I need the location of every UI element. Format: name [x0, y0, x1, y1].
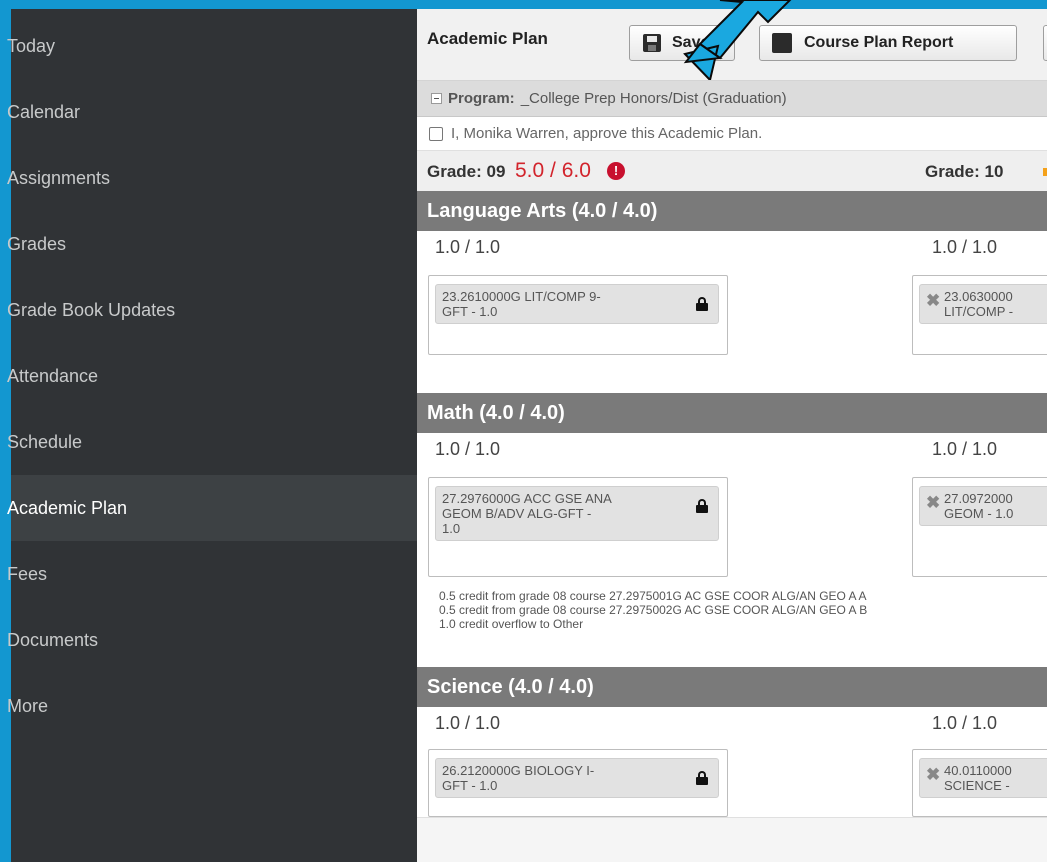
- approval-text: I, Monika Warren, approve this Academic …: [451, 125, 763, 142]
- course-detail: GEOM - 1.0: [944, 506, 1014, 521]
- sidebar-item-label: Calendar: [7, 101, 81, 122]
- grade-10-status-indicator: [1043, 168, 1047, 176]
- sidebar-item-fees[interactable]: Fees: [7, 541, 417, 607]
- remove-icon[interactable]: ✖: [926, 766, 940, 783]
- approval-row: I, Monika Warren, approve this Academic …: [417, 117, 1047, 151]
- course-slot[interactable]: ✖ 40.0110000 SCIENCE -: [912, 749, 1047, 817]
- sidebar-item-label: Documents: [7, 629, 99, 650]
- credit-value: 1.0 / 1.0: [932, 713, 998, 733]
- program-name: _College Prep Honors/Dist (Graduation): [520, 90, 787, 107]
- credit-row: 1.0 / 1.0 1.0 / 1.0: [417, 433, 1047, 467]
- grade-header-row: Grade: 09 5.0 / 6.0 ! Grade: 10: [417, 151, 1047, 191]
- lock-icon: [696, 499, 708, 513]
- course-slot[interactable]: ✖ 27.0972000 GEOM - 1.0: [912, 477, 1047, 577]
- sidebar-item-label: More: [7, 695, 49, 716]
- course-chip[interactable]: 27.2976000G ACC GSE ANA GEOM B/ADV ALG-G…: [435, 486, 719, 541]
- sidebar-item-attendance[interactable]: Attendance: [7, 343, 417, 409]
- credit-notes: 0.5 credit from grade 08 course 27.29750…: [439, 589, 867, 631]
- sidebar-item-label: Attendance: [7, 365, 99, 386]
- course-slot[interactable]: ✖ 23.0630000 LIT/COMP -: [912, 275, 1047, 355]
- credit-value: 1.0 / 1.0: [932, 237, 998, 257]
- section-body: 26.2120000G BIOLOGY I- GFT - 1.0 ✖ 40.01…: [417, 741, 1047, 817]
- course-code: 23.2610000G LIT/COMP 9-: [442, 289, 601, 304]
- credit-note: 0.5 credit from grade 08 course 27.29750…: [439, 589, 867, 603]
- course-slot[interactable]: 23.2610000G LIT/COMP 9- GFT - 1.0: [428, 275, 728, 355]
- sidebar-item-label: Grades: [7, 233, 67, 254]
- course-code: 40.0110000: [944, 763, 1012, 778]
- sidebar-item-more[interactable]: More: [7, 673, 417, 739]
- sidebar-item-grade-book-updates[interactable]: Grade Book Updates: [7, 277, 417, 343]
- grade-09-credits: 5.0 / 6.0: [515, 159, 591, 182]
- section-header-language-arts[interactable]: Language Arts (4.0 / 4.0): [417, 191, 1047, 231]
- course-code: 26.2120000G BIOLOGY I-: [442, 763, 595, 778]
- course-chip[interactable]: 23.2610000G LIT/COMP 9- GFT - 1.0: [435, 284, 719, 324]
- sidebar-item-grades[interactable]: Grades: [7, 211, 417, 277]
- sidebar-item-label: Schedule: [7, 431, 83, 452]
- credit-note: 1.0 credit overflow to Other: [439, 617, 584, 631]
- course-slot[interactable]: 26.2120000G BIOLOGY I- GFT - 1.0: [428, 749, 728, 817]
- credit-value: 1.0 / 1.0: [932, 439, 998, 459]
- credit-row: 1.0 / 1.0 1.0 / 1.0: [417, 231, 1047, 265]
- approve-checkbox[interactable]: [429, 126, 443, 141]
- course-chip[interactable]: 26.2120000G BIOLOGY I- GFT - 1.0: [435, 758, 719, 798]
- course-detail: GFT - 1.0: [442, 778, 498, 793]
- remove-icon[interactable]: ✖: [926, 292, 940, 309]
- course-slot[interactable]: 27.2976000G ACC GSE ANA GEOM B/ADV ALG-G…: [428, 477, 728, 577]
- lock-icon: [696, 297, 708, 311]
- course-detail: LIT/COMP -: [944, 304, 1014, 319]
- sidebar-item-academic-plan[interactable]: Academic Plan: [7, 475, 417, 541]
- course-code: 27.0972000: [944, 491, 1013, 506]
- page-footer-area: [417, 817, 1047, 862]
- remove-icon[interactable]: ✖: [926, 494, 940, 511]
- course-chip[interactable]: ✖ 27.0972000 GEOM - 1.0: [919, 486, 1047, 526]
- main-content: Academic Plan Save Course Plan Report Pr…: [417, 9, 1047, 862]
- page-title: Academic Plan: [427, 29, 548, 48]
- course-code: 27.2976000G ACC GSE ANA: [442, 491, 612, 506]
- lock-icon: [696, 771, 708, 785]
- credit-note: 0.5 credit from grade 08 course 27.29750…: [439, 603, 868, 617]
- sidebar-item-label: Assignments: [7, 167, 111, 188]
- section-header-math[interactable]: Math (4.0 / 4.0): [417, 393, 1047, 433]
- course-detail: SCIENCE -: [944, 778, 1010, 793]
- credit-value: 1.0 / 1.0: [435, 713, 501, 733]
- sidebar-item-label: Fees: [7, 563, 48, 584]
- course-detail: GEOM B/ADV ALG-GFT -: [442, 506, 592, 521]
- grade-09-label: Grade: 09: [427, 162, 506, 181]
- course-chip[interactable]: ✖ 40.0110000 SCIENCE -: [919, 758, 1047, 798]
- sidebar-item-documents[interactable]: Documents: [7, 607, 417, 673]
- credit-value: 1.0 / 1.0: [435, 237, 501, 257]
- sidebar-item-schedule[interactable]: Schedule: [7, 409, 417, 475]
- sidebar-item-today[interactable]: Today: [7, 13, 417, 79]
- section-body: 27.2976000G ACC GSE ANA GEOM B/ADV ALG-G…: [417, 467, 1047, 667]
- sidebar-item-assignments[interactable]: Assignments: [7, 145, 417, 211]
- annotation-arrow-icon: [683, 0, 792, 80]
- course-chip[interactable]: ✖ 23.0630000 LIT/COMP -: [919, 284, 1047, 324]
- section-header-science[interactable]: Science (4.0 / 4.0): [417, 667, 1047, 707]
- credit-value: 1.0 / 1.0: [435, 439, 501, 459]
- sidebar-item-label: Grade Book Updates: [7, 299, 176, 320]
- toolbar-overflow-button[interactable]: [1043, 25, 1047, 61]
- course-detail: GFT - 1.0: [442, 304, 498, 319]
- grade-10-label: Grade: 10: [925, 162, 1004, 181]
- alert-icon[interactable]: !: [607, 162, 625, 180]
- sidebar-item-label: Academic Plan: [7, 497, 128, 518]
- program-header[interactable]: Program: _College Prep Honors/Dist (Grad…: [417, 81, 1047, 117]
- section-body: 23.2610000G LIT/COMP 9- GFT - 1.0 ✖ 23.0…: [417, 265, 1047, 393]
- course-code: 23.0630000: [944, 289, 1013, 304]
- sidebar-nav: Today Calendar Assignments Grades Grade …: [7, 9, 417, 862]
- program-key: Program:: [448, 90, 515, 107]
- course-detail: 1.0: [442, 521, 461, 536]
- sidebar-item-label: Today: [7, 35, 56, 56]
- credit-row: 1.0 / 1.0 1.0 / 1.0: [417, 707, 1047, 741]
- sidebar-item-calendar[interactable]: Calendar: [7, 79, 417, 145]
- collapse-icon[interactable]: [431, 93, 442, 104]
